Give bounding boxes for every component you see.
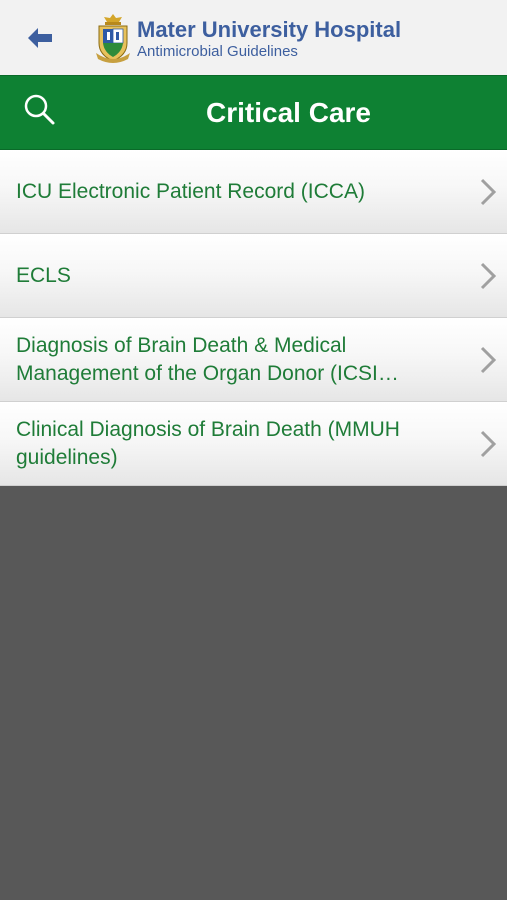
brand-title: Mater University Hospital — [137, 17, 402, 42]
page-title: Critical Care — [206, 97, 371, 128]
back-button[interactable] — [20, 20, 60, 56]
arrow-left-icon — [28, 28, 52, 48]
section-titlebar: Critical Care — [0, 75, 507, 150]
list-item-label: Diagnosis of Brain Death & Medical Manag… — [16, 333, 378, 385]
brand: Mater University Hospital Antimicrobial … — [137, 17, 401, 61]
chevron-right-icon — [480, 430, 497, 457]
chevron-right-icon — [480, 346, 497, 373]
list-item[interactable]: Diagnosis of Brain Death & Medical Manag… — [0, 318, 507, 402]
list-item-label: Clinical Diagnosis of Brain Death (MMUH … — [16, 417, 400, 469]
list-item-label: ECLS — [16, 263, 71, 287]
app-header: Mater University Hospital Antimicrobial … — [0, 0, 507, 75]
hospital-crest-icon — [96, 14, 130, 63]
list-item[interactable]: ICU Electronic Patient Record (ICCA) — [0, 150, 507, 234]
chevron-right-icon — [480, 178, 497, 205]
guideline-list: ICU Electronic Patient Record (ICCA) ECL… — [0, 150, 507, 486]
list-item[interactable]: Clinical Diagnosis of Brain Death (MMUH … — [0, 402, 507, 486]
list-item-label: ICU Electronic Patient Record (ICCA) — [16, 179, 365, 203]
list-item[interactable]: ECLS — [0, 234, 507, 318]
chevron-right-icon — [480, 262, 497, 289]
brand-subtitle: Antimicrobial Guidelines — [137, 43, 298, 60]
